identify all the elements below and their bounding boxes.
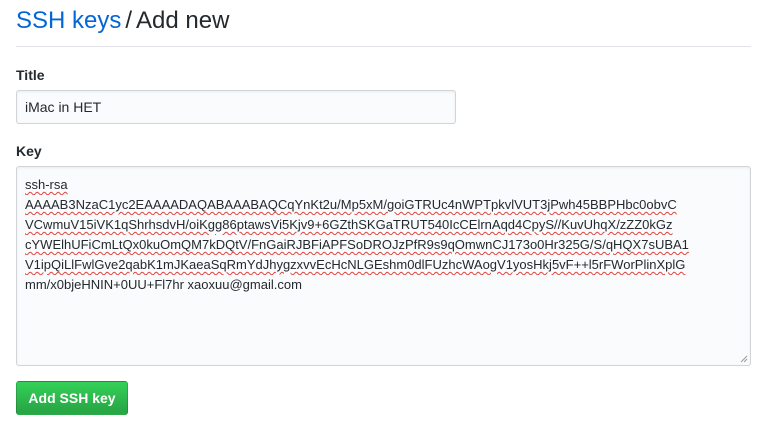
- key-line: V1ipQiLlFwlGve2qabK1mJKaeaSqRmYdJhygzxvv…: [25, 257, 686, 272]
- key-line: mm/x0bjeHNIN+0UU+Fl7hr xaoxuu@gmail.com: [25, 277, 302, 292]
- key-textarea[interactable]: ssh-rsa AAAAB3NzaC1yc2EAAAADAQABAAABAQCq…: [16, 166, 751, 366]
- key-line: VCwmuV15iVK1qShrhsdvH/oiKgg86ptawsVi5Kjv…: [25, 217, 673, 232]
- resize-handle-icon[interactable]: [740, 355, 748, 363]
- key-line: AAAAB3NzaC1yc2EAAAADAQABAAABAQCqYnKt2u/M…: [25, 197, 677, 212]
- breadcrumb-ssh-keys-link[interactable]: SSH keys: [16, 7, 121, 34]
- add-ssh-key-button[interactable]: Add SSH key: [16, 381, 128, 415]
- title-label: Title: [16, 67, 45, 83]
- page-header: SSH keys / Add new: [16, 6, 751, 47]
- key-label: Key: [16, 143, 42, 159]
- key-line: ssh-rsa: [25, 177, 68, 192]
- breadcrumb: SSH keys / Add new: [16, 6, 751, 36]
- title-input[interactable]: [16, 90, 456, 124]
- breadcrumb-separator: /: [125, 7, 133, 34]
- breadcrumb-current: Add new: [136, 7, 230, 34]
- add-ssh-key-page: SSH keys/Add new Title Key ssh-rsa AAAAB…: [0, 0, 769, 431]
- key-line: cYWElhUFiCmLtQx0kuOmQM7kDQtV/FnGaiRJBFiA…: [25, 237, 689, 252]
